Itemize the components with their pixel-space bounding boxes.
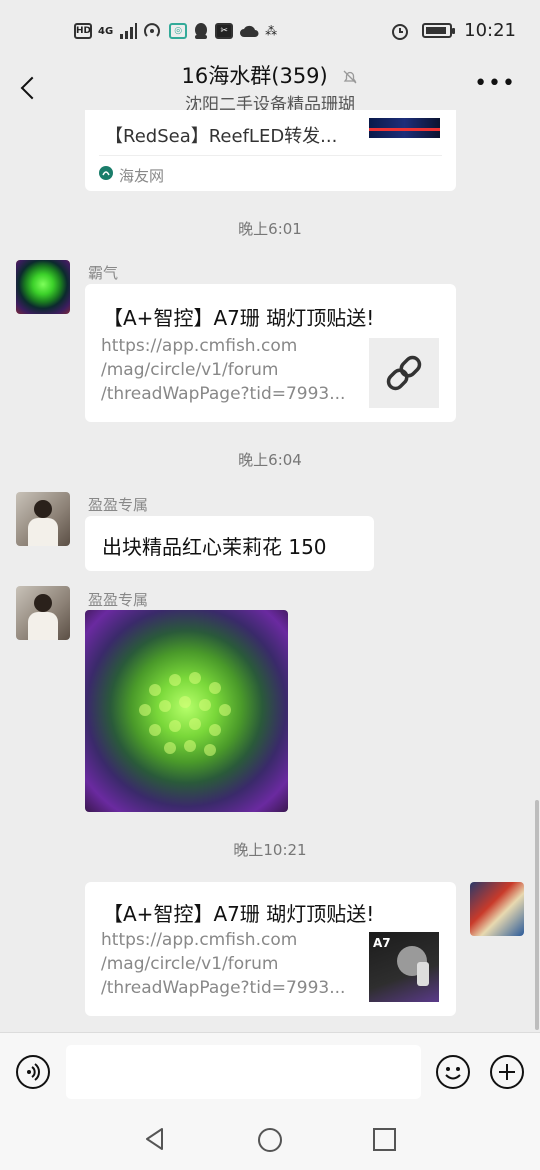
link-icon [386,355,422,391]
message-text: 出块精品红心茉莉花 150 [102,535,327,559]
link-thumb: A7 [369,932,439,1002]
link-title: 【A+智控】A7珊 瑚灯顶贴送! [103,306,375,330]
divider [99,155,442,156]
message-input[interactable] [66,1045,421,1099]
chat-title-row: 16海水群(359) [0,60,540,90]
thumb-label: A7 [373,936,391,950]
hd-icon: HD [74,23,92,39]
nav-recents-icon[interactable] [372,1127,398,1153]
link-url: https://app.cmfish.com /mag/circle/v1/fo… [101,928,351,1000]
status-icons-left: HD 4G ◎ ✂ ⁂ [74,22,277,40]
status-icons-right: 10:21 [390,20,516,41]
signal-icon [120,23,138,39]
battery-icon [422,23,456,38]
link-thumb [369,338,439,408]
link-card-thumb [369,118,440,138]
sender-name: 霸气 [88,264,119,282]
coral-image [139,672,231,756]
vpn-icon: ⁂ [265,24,278,38]
voice-button[interactable] [16,1055,50,1089]
avatar[interactable] [16,586,70,640]
alarm-icon [392,23,409,40]
scrollbar[interactable] [535,800,539,1030]
link-url-line: /threadWapPage?tid=7993... [101,384,346,404]
input-bar [0,1032,540,1111]
voice-icon [27,1063,40,1081]
link-card[interactable]: 【A+智控】A7珊 瑚灯顶贴送! https://app.cmfish.com … [85,284,456,422]
hotspot-icon [144,23,161,37]
emoji-icon [445,1067,461,1080]
link-url-line: https://app.cmfish.com [101,336,298,356]
link-url-line: /mag/circle/v1/forum [101,954,279,974]
more-button[interactable]: ••• [474,73,516,95]
cloud-icon [240,25,259,37]
link-card-title: 【RedSea】ReefLED转发... [105,126,338,147]
emoji-button[interactable] [436,1055,470,1089]
app-icon: ◎ [169,23,188,39]
timestamp: 晚上6:01 [238,220,302,238]
capcut-icon: ✂ [215,23,234,39]
source-logo-icon [99,166,113,180]
my-avatar[interactable] [470,882,524,936]
link-url-line: https://app.cmfish.com [101,930,298,950]
chat-header: 16海水群(359) 沈阳二手设备精品珊瑚 ••• [0,56,540,118]
timestamp: 晚上10:21 [233,841,307,859]
link-url-line: /threadWapPage?tid=7993... [101,978,346,998]
link-card-partial[interactable]: 【RedSea】ReefLED转发... 海友网 [85,110,456,191]
avatar[interactable] [16,260,70,314]
sender-name: 盈盈专属 [88,496,149,514]
text-message[interactable]: 出块精品红心茉莉花 150 [85,516,374,571]
chat-title: 16海水群(359) [181,64,328,88]
nav-back-icon[interactable] [142,1126,168,1152]
status-time: 10:21 [464,20,516,41]
image-message[interactable] [85,610,288,812]
link-card[interactable]: 【A+智控】A7珊 瑚灯顶贴送! https://app.cmfish.com … [85,882,456,1016]
link-url: https://app.cmfish.com /mag/circle/v1/fo… [101,334,351,406]
link-title: 【A+智控】A7珊 瑚灯顶贴送! [103,902,375,926]
mute-bell-icon [343,70,357,84]
plus-icon [499,1064,515,1080]
system-nav-bar [0,1110,540,1170]
link-url-line: /mag/circle/v1/forum [101,360,279,380]
plus-button[interactable] [490,1055,524,1089]
sender-name: 盈盈专属 [88,591,149,609]
qq-icon [195,23,208,39]
link-card-source: 海友网 [119,167,165,185]
nav-home-icon[interactable] [256,1126,284,1154]
network-type: 4G [98,25,114,37]
avatar[interactable] [16,492,70,546]
timestamp: 晚上6:04 [238,451,302,469]
